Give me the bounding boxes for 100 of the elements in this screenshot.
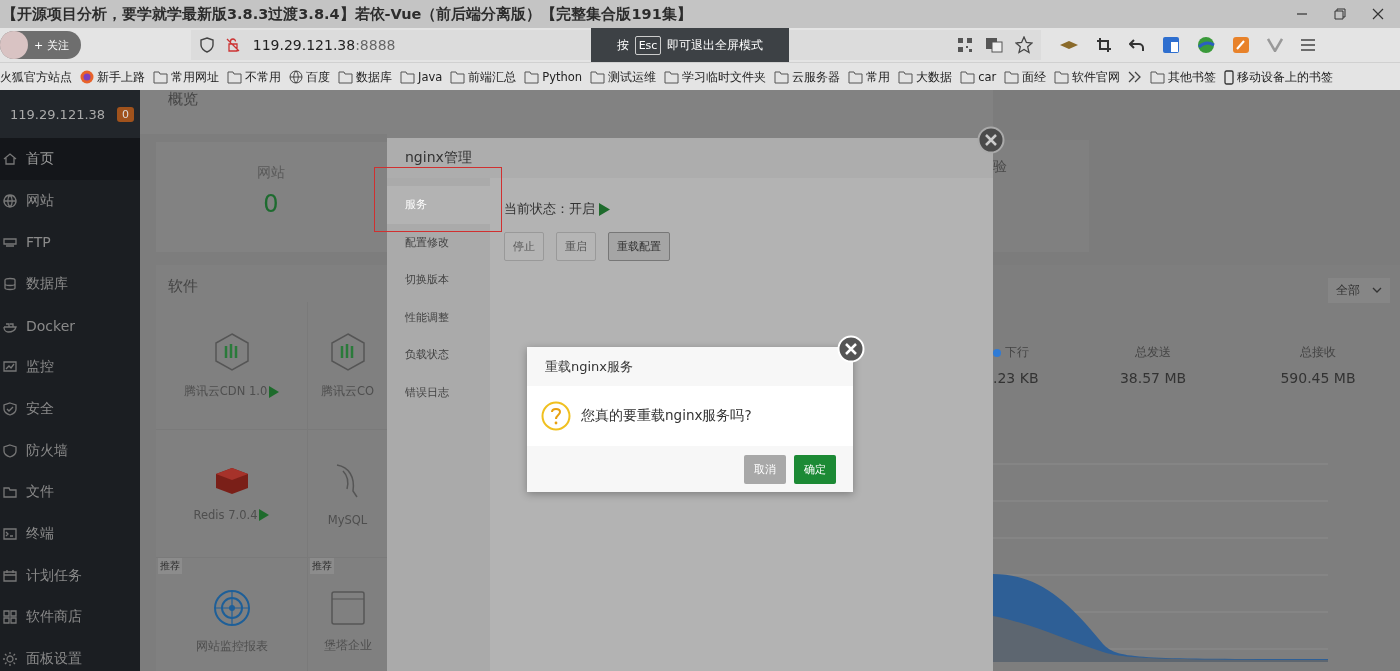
shield-icon xyxy=(2,442,18,459)
globe-icon[interactable] xyxy=(1196,36,1215,54)
bookmark-link[interactable]: 不常用 xyxy=(245,69,281,85)
sidebar-item[interactable]: 面板设置 xyxy=(0,638,140,671)
sidebar-item[interactable]: 文件 xyxy=(0,471,140,514)
sidebar-item[interactable]: 网站 xyxy=(0,179,140,222)
menu-item[interactable]: 配置修改 xyxy=(387,223,490,261)
action-button[interactable]: 重载配置 xyxy=(608,232,670,261)
bookmark-link[interactable]: 大数据 xyxy=(916,69,953,85)
chevron-icon[interactable] xyxy=(1128,71,1143,83)
follow-button[interactable]: + 关注 xyxy=(0,31,81,59)
section-title: 概览 xyxy=(168,90,198,109)
server-address: 119.29.121.38 xyxy=(10,106,106,122)
video-title: 【开源项目分析，要学就学最新版3.8.3过渡3.8.4】若依-Vue（前后端分离版）【完整集合版191集】 xyxy=(2,4,692,24)
calendar-icon xyxy=(2,567,18,584)
bookmark-link[interactable]: 软件官网 xyxy=(1072,69,1121,85)
close-icon[interactable] xyxy=(977,126,1005,154)
url-text: 119.29.121.38:8888 xyxy=(252,37,396,53)
menu-icon[interactable] xyxy=(1299,38,1316,52)
menu-item[interactable]: 性能调整 xyxy=(387,298,490,336)
stat-value: 38.57 MB xyxy=(1119,370,1187,386)
terminal-icon xyxy=(2,526,18,543)
action-button[interactable]: 停止 xyxy=(504,232,544,261)
globe-icon xyxy=(2,192,18,209)
grid-icon xyxy=(2,609,18,626)
folder-icon xyxy=(774,70,790,84)
restore-icon[interactable] xyxy=(1334,8,1346,20)
tooltip-text: 按 xyxy=(616,37,629,53)
bookmark-link[interactable]: 移动设备上的书签 xyxy=(1237,69,1334,85)
folder-icon xyxy=(664,70,680,84)
star-icon[interactable] xyxy=(1014,36,1033,54)
bookmark-link[interactable]: 常用网址 xyxy=(171,69,219,85)
folder-icon xyxy=(450,70,466,84)
sidebar-item[interactable]: 软件商店 xyxy=(0,596,140,639)
sidebar-item[interactable]: 计划任务 xyxy=(0,554,140,597)
action-button[interactable]: 重启 xyxy=(556,232,596,261)
folder-icon xyxy=(153,70,168,84)
folder-icon xyxy=(338,70,353,84)
folder-icon xyxy=(524,70,540,84)
status-label: 当前状态：开启 xyxy=(504,200,595,218)
bookmark-link[interactable]: 新手上路 xyxy=(97,69,145,85)
database-icon xyxy=(2,275,18,292)
undo-icon[interactable] xyxy=(1128,37,1145,53)
settings-icon xyxy=(2,651,18,668)
sidebar-item[interactable]: 防火墙 xyxy=(0,429,140,472)
hexagon-icon xyxy=(213,332,250,372)
shield-check-icon xyxy=(2,400,18,417)
bookmark-link[interactable]: 前端汇总 xyxy=(468,69,517,85)
globe-icon xyxy=(289,70,303,84)
sidebar-item[interactable]: 监控 xyxy=(0,346,140,389)
recommend-tag: 推荐 xyxy=(158,558,182,574)
stat-value: 0 xyxy=(263,190,279,218)
sidebar-item[interactable]: Docker xyxy=(0,304,140,347)
bookmark-link[interactable]: car xyxy=(978,70,997,84)
stat-value: .23 KB xyxy=(993,370,1039,386)
folder-icon xyxy=(1054,70,1070,84)
browser-logo-icon xyxy=(80,70,94,84)
crop-icon[interactable] xyxy=(1095,37,1112,53)
bookmark-link[interactable]: Java xyxy=(418,70,443,84)
pencil-app-icon[interactable] xyxy=(1231,36,1250,54)
bookmark-link[interactable]: 数据库 xyxy=(356,69,392,85)
bookmark-link[interactable]: 学习临时文件夹 xyxy=(682,69,767,85)
lock-off-icon xyxy=(224,37,241,53)
notification-badge: 0 xyxy=(117,106,134,122)
menu-item[interactable]: 错误日志 xyxy=(387,373,490,411)
folder-icon xyxy=(227,70,242,84)
shield-icon xyxy=(198,37,215,53)
dialog-title: nginx管理 xyxy=(405,149,472,167)
folder-icon xyxy=(2,484,18,501)
folder-icon xyxy=(1150,70,1166,84)
sidebar-item[interactable]: FTP xyxy=(0,221,140,264)
stat-value: 590.45 MB xyxy=(1280,370,1356,386)
sidebar-item[interactable]: 终端 xyxy=(0,513,140,555)
bookmark-link[interactable]: 百度 xyxy=(306,69,330,85)
bookmark-link[interactable]: Python xyxy=(542,70,583,84)
close-icon[interactable] xyxy=(1372,8,1384,20)
bookmark-link[interactable]: 常用 xyxy=(866,69,891,85)
menu-item[interactable]: 切换版本 xyxy=(387,261,490,299)
bookmark-link[interactable]: 测试运维 xyxy=(608,69,657,85)
qr-code-icon[interactable] xyxy=(956,37,973,53)
menu-item[interactable]: 负载状态 xyxy=(387,336,490,374)
esc-key: Esc xyxy=(634,35,662,55)
tooltip-text: 即可退出全屏模式 xyxy=(667,37,764,53)
sidebar-item[interactable]: 安全 xyxy=(0,388,140,430)
chevron-down-icon xyxy=(1372,287,1382,294)
folder-icon xyxy=(590,70,606,84)
sidebar-item[interactable]: 数据库 xyxy=(0,263,140,305)
bookmark-link[interactable]: 云服务器 xyxy=(792,69,841,85)
folder-icon xyxy=(898,70,914,84)
filter-dropdown[interactable]: 全部 xyxy=(1328,278,1390,303)
confirm-title: 重载nginx服务 xyxy=(545,357,634,376)
folder-icon xyxy=(1004,70,1020,84)
confirm-button[interactable]: 确定 xyxy=(794,454,836,484)
sidebar-item[interactable]: 首页 xyxy=(0,138,140,180)
hexagon-icon xyxy=(329,332,366,372)
bookmark-link[interactable]: 其他书签 xyxy=(1168,69,1217,85)
bookmark-link[interactable]: 面经 xyxy=(1022,69,1047,85)
bookmark-link[interactable]: 火狐官方站点 xyxy=(0,69,72,85)
window-icon xyxy=(329,590,366,626)
folder-icon xyxy=(400,70,415,84)
